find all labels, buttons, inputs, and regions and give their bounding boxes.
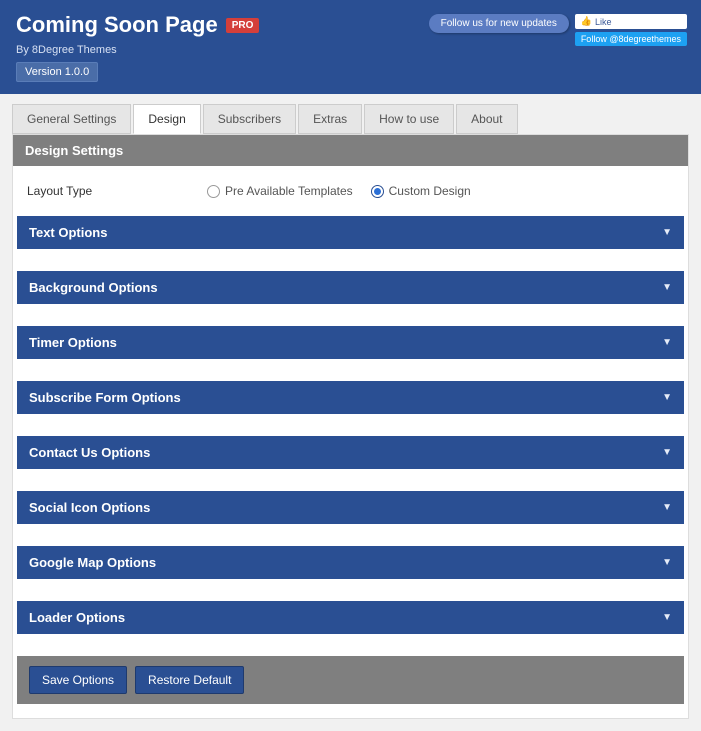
accordion-loader-options[interactable]: Loader Options ▼ (17, 601, 684, 634)
thumbs-up-icon: 👍 (581, 16, 592, 27)
accordion-google-map-options[interactable]: Google Map Options ▼ (17, 546, 684, 579)
chevron-down-icon: ▼ (662, 502, 672, 513)
twitter-follow-button[interactable]: Follow @8degreethemes (575, 32, 687, 46)
footer-action-bar: Save Options Restore Default (17, 656, 684, 704)
settings-panel: Design Settings Layout Type Pre Availabl… (12, 134, 689, 719)
tab-general-settings[interactable]: General Settings (12, 104, 131, 134)
facebook-like-button[interactable]: 👍Like (575, 14, 687, 29)
chevron-down-icon: ▼ (662, 337, 672, 348)
radio-icon (207, 185, 220, 198)
pro-badge: PRO (226, 18, 260, 33)
layout-type-radio-group: Pre Available Templates Custom Design (207, 184, 471, 198)
layout-type-label: Layout Type (27, 184, 207, 198)
accordion-text-options[interactable]: Text Options ▼ (17, 216, 684, 249)
section-title: Design Settings (13, 135, 688, 166)
chevron-down-icon: ▼ (662, 392, 672, 403)
chevron-down-icon: ▼ (662, 612, 672, 623)
follow-updates-pill[interactable]: Follow us for new updates (429, 14, 569, 33)
accordion-background-options[interactable]: Background Options ▼ (17, 271, 684, 304)
tab-subscribers[interactable]: Subscribers (203, 104, 296, 134)
chevron-down-icon: ▼ (662, 282, 672, 293)
tab-design[interactable]: Design (133, 104, 200, 134)
accordion-social-icon-options[interactable]: Social Icon Options ▼ (17, 491, 684, 524)
save-options-button[interactable]: Save Options (29, 666, 127, 694)
social-widgets: Follow us for new updates 👍Like Follow @… (429, 14, 687, 46)
tab-bar: General Settings Design Subscribers Extr… (0, 94, 701, 134)
accordion-contact-us-options[interactable]: Contact Us Options ▼ (17, 436, 684, 469)
page-header: Coming Soon Page PRO By 8Degree Themes V… (0, 0, 701, 94)
tab-how-to-use[interactable]: How to use (364, 104, 454, 134)
accordion-timer-options[interactable]: Timer Options ▼ (17, 326, 684, 359)
page-title: Coming Soon Page (16, 12, 218, 38)
chevron-down-icon: ▼ (662, 227, 672, 238)
radio-pre-templates[interactable]: Pre Available Templates (207, 184, 353, 198)
accordion-subscribe-form-options[interactable]: Subscribe Form Options ▼ (17, 381, 684, 414)
radio-custom-design[interactable]: Custom Design (371, 184, 471, 198)
version-badge: Version 1.0.0 (16, 62, 98, 82)
tab-about[interactable]: About (456, 104, 517, 134)
radio-icon (371, 185, 384, 198)
tab-extras[interactable]: Extras (298, 104, 362, 134)
restore-default-button[interactable]: Restore Default (135, 666, 244, 694)
layout-type-row: Layout Type Pre Available Templates Cust… (13, 180, 688, 216)
chevron-down-icon: ▼ (662, 447, 672, 458)
chevron-down-icon: ▼ (662, 557, 672, 568)
